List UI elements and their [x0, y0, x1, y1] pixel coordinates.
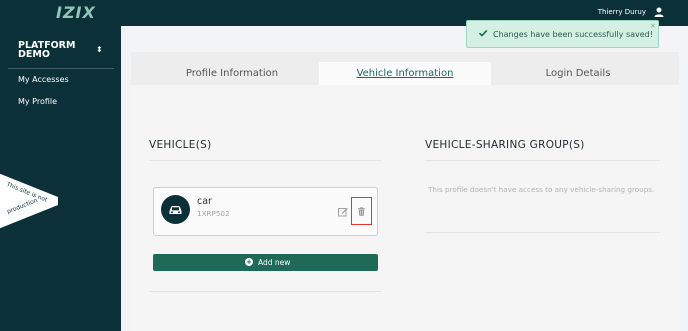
trash-icon[interactable]	[357, 207, 366, 216]
vehicle-plate: 1XRP502	[197, 209, 230, 218]
toast-message: Changes have been successfully saved!	[493, 30, 653, 39]
vehicles-title: VEHICLE(S)	[149, 139, 212, 151]
add-vehicle-label: Add new	[258, 258, 291, 267]
sharing-groups-empty-message: This profile doesn't have access to any …	[428, 185, 655, 194]
tab-profile-information[interactable]: Profile Information	[145, 62, 319, 85]
chevron-up-down-icon[interactable]: ⬍	[96, 45, 103, 54]
edit-icon[interactable]	[338, 207, 348, 217]
user-name[interactable]: Thierry Duruy	[598, 8, 646, 16]
sidebar-item-my-profile[interactable]: My Profile	[18, 97, 57, 106]
car-icon	[169, 206, 182, 214]
sharing-groups-divider	[425, 160, 660, 161]
sharing-groups-title: VEHICLE-SHARING GROUP(S)	[425, 139, 585, 151]
platform-name[interactable]: PLATFORM DEMO	[18, 41, 108, 60]
sidebar: PLATFORM DEMO ⬍ My Accesses My Profile T…	[0, 26, 121, 331]
plus-circle-icon: +	[245, 258, 253, 266]
check-icon	[478, 29, 488, 37]
add-vehicle-button[interactable]: + Add new	[153, 254, 378, 271]
logo: IZIX	[56, 3, 96, 22]
vehicles-bottom-divider	[149, 291, 381, 292]
sidebar-divider	[8, 68, 114, 69]
tab-login-details[interactable]: Login Details	[491, 62, 665, 85]
user-icon[interactable]	[653, 6, 665, 18]
tab-bar: Profile Information Vehicle Information …	[131, 52, 679, 85]
vehicles-divider	[149, 160, 381, 161]
vehicle-name: car	[197, 196, 212, 207]
close-icon[interactable]: ×	[650, 22, 656, 30]
tab-vehicle-information[interactable]: Vehicle Information	[319, 62, 491, 85]
vehicle-avatar	[161, 195, 190, 224]
sidebar-item-my-accesses[interactable]: My Accesses	[18, 75, 69, 84]
sharing-groups-bottom-divider	[425, 232, 660, 233]
